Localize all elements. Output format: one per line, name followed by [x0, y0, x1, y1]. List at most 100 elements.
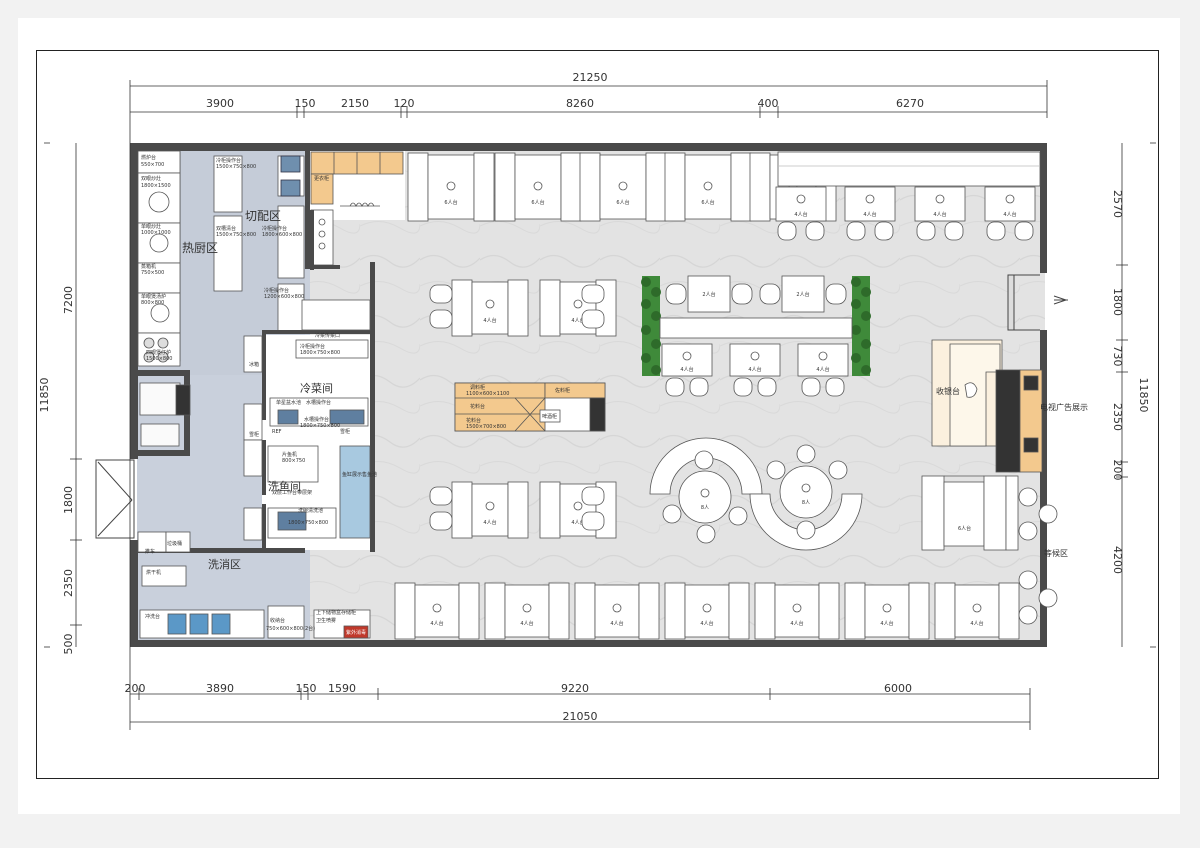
- chair: [581, 284, 605, 304]
- chair: [825, 283, 847, 305]
- booth-bench: [728, 582, 750, 640]
- booth-label: 4人台: [430, 620, 443, 627]
- dim-bottom-seg: 150: [296, 682, 317, 695]
- label-disinfect: 紫外消毒: [346, 629, 366, 636]
- table-label: 4人台: [933, 211, 946, 218]
- label-spice: 佐料柜: [555, 387, 570, 394]
- waiting-chair: [1038, 504, 1058, 524]
- bottom-dimensions: 200 3890 150 1590 9220 6000 21050: [125, 682, 913, 723]
- chair: [429, 309, 453, 329]
- booth-bench: [638, 582, 660, 640]
- dim-top-total: 21250: [573, 71, 608, 84]
- dim-top-seg: 8260: [566, 97, 594, 110]
- booth-label: 6人台: [701, 199, 714, 206]
- booth-table: [684, 154, 732, 220]
- booth-bench: [451, 279, 473, 337]
- table-label: 4人台: [680, 366, 693, 373]
- chair: [766, 460, 786, 480]
- chair: [796, 520, 816, 540]
- label-sauce: 调料柜: [470, 384, 485, 391]
- booth-bench: [908, 582, 930, 640]
- booth-bench: [507, 279, 529, 337]
- dim-left-seg: 7200: [62, 286, 75, 314]
- label-double-wok: 双眼炒灶: [141, 175, 161, 182]
- booth-bench: [664, 152, 686, 222]
- label-sink-bench: 水槽操作台: [306, 399, 331, 406]
- label-cashier-small-size: 750×600×800(2台): [266, 625, 315, 632]
- zone-prep: 切配区: [245, 209, 281, 223]
- chair: [777, 221, 797, 241]
- label-plant-cabinet: 上下储物盒存储柜: [316, 609, 356, 616]
- chair: [728, 506, 748, 526]
- label-four-stove: 四眼煲仔炉: [146, 349, 171, 356]
- dim-right-seg: 1800: [1111, 288, 1124, 316]
- label-single-wok-size: 1000×1000: [141, 230, 171, 236]
- booth-bench: [560, 152, 582, 222]
- label-sink-bench2-size: 1800×750×800: [300, 423, 340, 429]
- label-cold-bench-size: 1500×750×800: [216, 164, 256, 170]
- chair: [665, 377, 685, 397]
- booth-bench: [451, 481, 473, 539]
- booth-bench: [998, 582, 1020, 640]
- zone-dishwash: 洗消区: [208, 557, 241, 571]
- banquette-top-right: [777, 151, 1041, 187]
- booth-table: [864, 584, 910, 638]
- booth-label: 4人台: [790, 620, 803, 627]
- label-cart: 推车: [145, 548, 155, 555]
- chair: [828, 460, 848, 480]
- booth-bench: [749, 152, 771, 222]
- dim-top-seg: 400: [758, 97, 779, 110]
- chair: [694, 450, 714, 470]
- dim-top-seg: 3900: [206, 97, 234, 110]
- zone-cold-dish: 冷菜间: [300, 382, 333, 395]
- label-freezer-small: 雪柜: [340, 428, 350, 435]
- chair: [874, 221, 894, 241]
- dim-top-seg: 6270: [896, 97, 924, 110]
- table-label: 2人台: [702, 291, 715, 298]
- booth-bench: [539, 481, 561, 539]
- label-steamer-size: 750×500: [141, 270, 164, 276]
- side-door[interactable]: [95, 459, 135, 539]
- dim-left-seg: 1800: [62, 486, 75, 514]
- label-dish-sink-size: 1800×750×800: [288, 520, 328, 526]
- dim-top-seg: 150: [295, 97, 316, 110]
- label-dish-sink: 洗碗清洗池: [298, 507, 323, 514]
- chair: [801, 377, 821, 397]
- booth-label: 4人台: [610, 620, 623, 627]
- booth-table: [504, 584, 550, 638]
- booth-bench: [484, 582, 506, 640]
- dim-right-seg: 4200: [1111, 546, 1124, 574]
- waiting-chair: [1018, 570, 1038, 590]
- dim-bottom-seg: 200: [125, 682, 146, 695]
- chair: [796, 444, 816, 464]
- booth-table: [594, 584, 640, 638]
- chair: [429, 511, 453, 531]
- label-beer: 啤酒柜: [542, 413, 557, 420]
- booth-bench: [407, 152, 429, 222]
- booth-bench: [473, 152, 495, 222]
- table-label: 4人台: [794, 211, 807, 218]
- label-four-stove-size: 1500×800: [146, 356, 172, 362]
- label-cashier-small: 收纳台: [270, 617, 285, 624]
- table-label: 4人台: [863, 211, 876, 218]
- booth-bench: [539, 279, 561, 337]
- chair: [944, 221, 964, 241]
- chair: [733, 377, 753, 397]
- label-bench-size: 1500×700×800: [466, 424, 506, 430]
- chair: [429, 486, 453, 506]
- right-dimensions: 11850 2570 1800 730 2350 200 4200: [1111, 190, 1150, 574]
- label-single-wok: 单眼炒灶: [141, 223, 161, 230]
- label-fridge2: 雪柜: [249, 431, 259, 438]
- chair: [986, 221, 1006, 241]
- round-table-label: 8人: [701, 505, 709, 511]
- chair: [1014, 221, 1034, 241]
- booth-label: 6人台: [444, 199, 457, 206]
- booths-bottom-row: 4人台 4人台 4人台 4人台 4人台 4人台 4人台: [394, 582, 1020, 640]
- booth-label: 4人台: [970, 620, 983, 627]
- label-dryer: 烘干机: [146, 569, 161, 576]
- booth-table: [774, 584, 820, 638]
- table-label: 4人台: [1003, 211, 1016, 218]
- label-cold-bench3: 冷柜操作台: [264, 287, 289, 294]
- dim-bottom-total: 21050: [563, 710, 598, 723]
- label-sauce-size: 1100×600×1100: [466, 391, 509, 397]
